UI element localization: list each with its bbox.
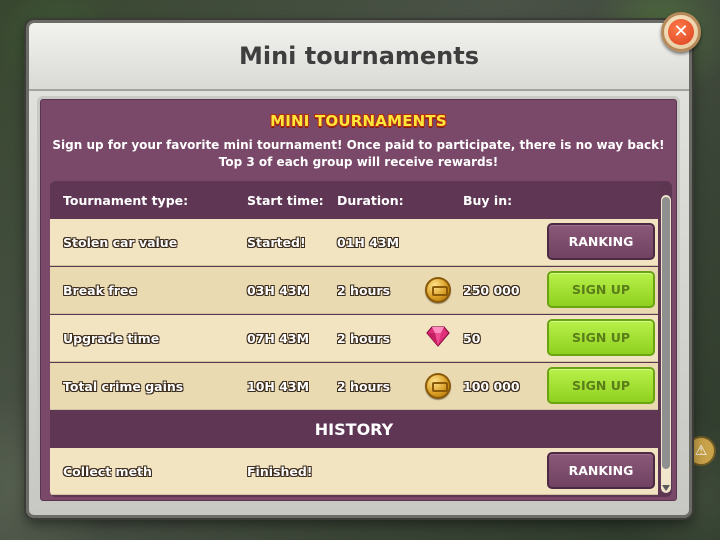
- table-row: Upgrade time 07H 43M 2 hours 50 SIGN UP: [50, 315, 658, 362]
- start-time: 07H 43M: [247, 331, 310, 346]
- table-row: Total crime gains 10H 43M 2 hours 100 00…: [50, 363, 658, 410]
- header-tournament-type: Tournament type:: [63, 193, 189, 208]
- tournament-type: Stolen car value: [63, 235, 178, 250]
- header-start-time: Start time:: [247, 193, 324, 208]
- cash-coin-icon: [425, 277, 451, 303]
- ranking-button[interactable]: RANKING: [547, 223, 655, 260]
- tournament-type: Break free: [63, 283, 137, 298]
- history-header: HISTORY: [50, 410, 658, 448]
- title-bar: Mini tournaments: [29, 23, 689, 91]
- close-icon: ✕: [668, 19, 694, 45]
- scrollbar[interactable]: [661, 195, 671, 493]
- ranking-button[interactable]: RANKING: [547, 452, 655, 489]
- section-heading: MINI TOURNAMENTS: [40, 111, 677, 130]
- tournament-table[interactable]: Tournament type: Start time: Duration: B…: [50, 181, 672, 497]
- header-buy-in: Buy in:: [463, 193, 513, 208]
- header-duration: Duration:: [337, 193, 404, 208]
- mini-tournaments-heading: MINI TOURNAMENTS: [270, 112, 447, 130]
- sign-up-button[interactable]: SIGN UP: [547, 271, 655, 308]
- buy-in-amount: 100 000: [463, 379, 520, 394]
- duration: 2 hours: [337, 283, 391, 298]
- history-heading: HISTORY: [314, 419, 394, 439]
- start-time: Finished!: [247, 464, 313, 479]
- window-title: Mini tournaments: [238, 42, 480, 70]
- table-header: Tournament type: Start time: Duration: B…: [50, 181, 658, 219]
- start-time: 03H 43M: [247, 283, 310, 298]
- cash-coin-icon: [425, 373, 451, 399]
- buy-in-amount: 250 000: [463, 283, 520, 298]
- duration: 2 hours: [337, 331, 391, 346]
- close-button[interactable]: ✕: [661, 12, 701, 52]
- buy-in-amount: 50: [463, 331, 481, 346]
- start-time: Started!: [247, 235, 306, 250]
- tournament-description: Sign up for your favorite mini tournamen…: [52, 138, 665, 169]
- scroll-thumb[interactable]: [662, 197, 670, 469]
- gem-icon: [426, 326, 450, 347]
- duration: 01H 43M: [337, 235, 400, 250]
- duration: 2 hours: [337, 379, 391, 394]
- table-row: Break free 03H 43M 2 hours 250 000 SIGN …: [50, 267, 658, 314]
- tournament-type: Upgrade time: [63, 331, 160, 346]
- history-row: Collect meth Finished! RANKING: [50, 448, 658, 495]
- start-time: 10H 43M: [247, 379, 310, 394]
- tournament-type: Total crime gains: [63, 379, 184, 394]
- tournament-panel: MINI TOURNAMENTS Sign up for your favori…: [37, 96, 680, 504]
- sign-up-button[interactable]: SIGN UP: [547, 319, 655, 356]
- tournament-type: Collect meth: [63, 464, 152, 479]
- sign-up-button[interactable]: SIGN UP: [547, 367, 655, 404]
- scroll-down-arrow-icon[interactable]: [662, 485, 670, 491]
- table-row: Stolen car value Started! 01H 43M RANKIN…: [50, 219, 658, 266]
